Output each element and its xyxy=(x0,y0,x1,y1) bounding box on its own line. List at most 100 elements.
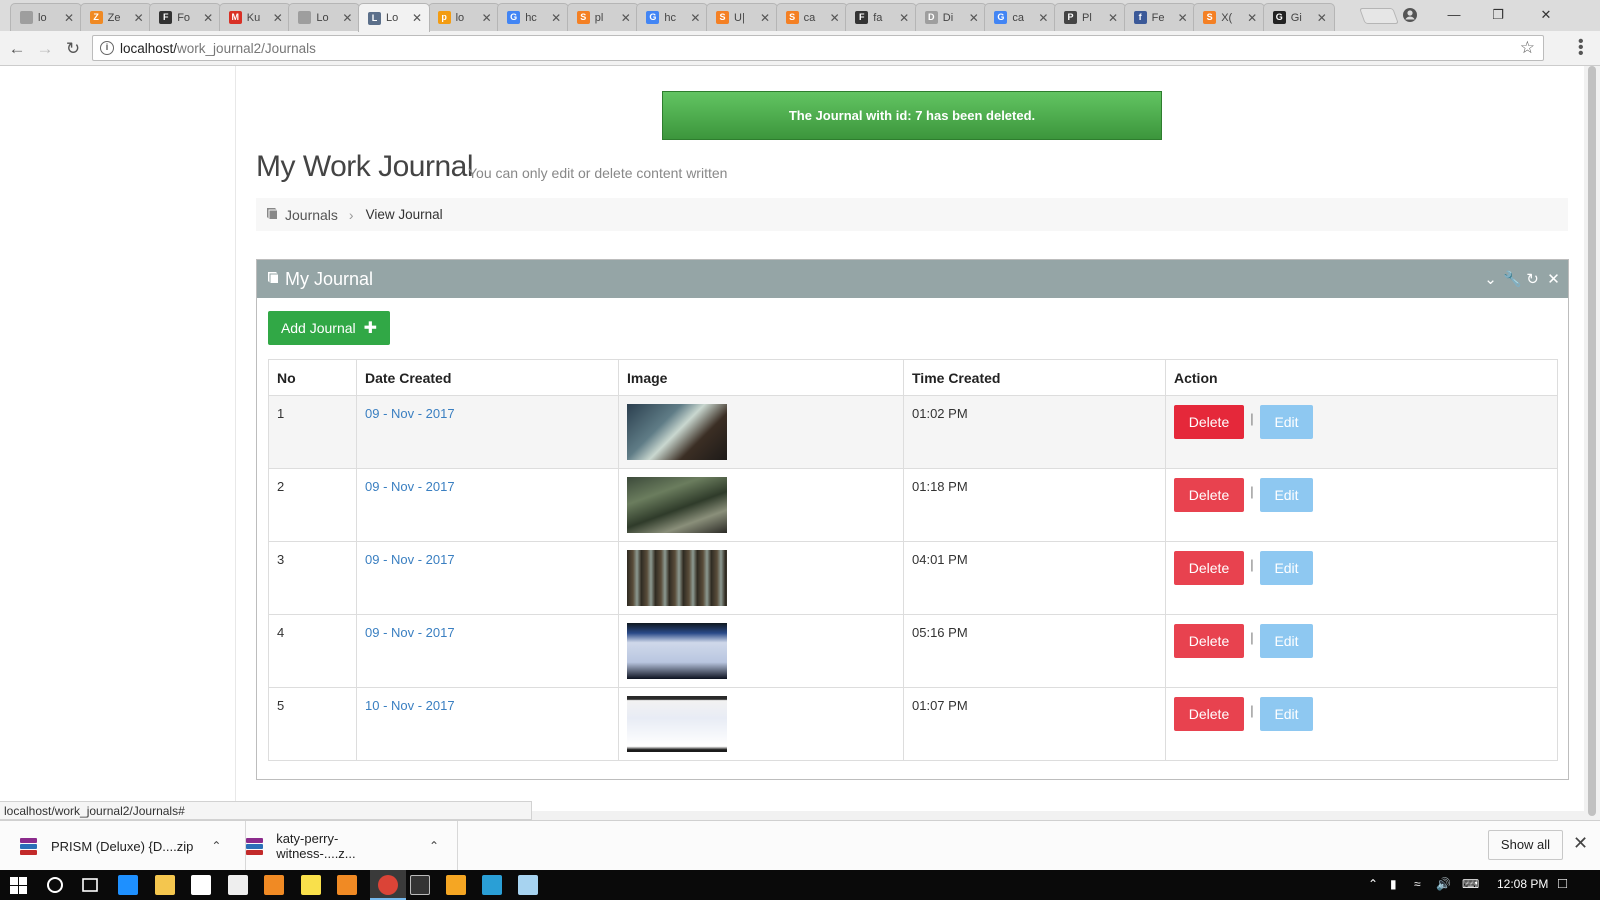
row-date-link[interactable]: 09 - Nov - 2017 xyxy=(365,406,455,421)
journal-thumbnail-image[interactable] xyxy=(627,404,727,460)
journal-thumbnail-image[interactable] xyxy=(627,477,727,533)
address-bar[interactable]: i localhost/work_journal2/Journals ☆ xyxy=(92,35,1544,61)
show-all-button[interactable]: Show all xyxy=(1488,830,1563,860)
edit-button[interactable]: Edit xyxy=(1260,697,1313,731)
download-item[interactable]: PRISM (Deluxe) {D....zip ⌃ xyxy=(20,821,246,871)
journal-thumbnail-image[interactable] xyxy=(627,696,727,752)
browser-tab[interactable]: P Pl ✕ xyxy=(1054,3,1126,31)
minimize-icon[interactable]: — xyxy=(1432,0,1476,29)
tab-close-icon[interactable]: ✕ xyxy=(549,11,563,25)
edit-button[interactable]: Edit xyxy=(1260,551,1313,585)
delete-button[interactable]: Delete xyxy=(1174,697,1244,731)
clock[interactable]: 12:08 PM xyxy=(1497,877,1548,891)
browser-tab[interactable]: Lo ✕ xyxy=(288,3,361,31)
vertical-scrollbar[interactable] xyxy=(1584,66,1600,820)
browser-tab[interactable]: S X(✕ xyxy=(1193,3,1266,31)
tab-close-icon[interactable]: ✕ xyxy=(410,11,424,25)
battery-icon[interactable]: ▮ xyxy=(1390,877,1397,891)
tab-close-icon[interactable]: ✕ xyxy=(62,11,76,25)
reload-icon[interactable]: ↻ xyxy=(62,38,84,60)
browser-tab[interactable]: S U| ✕ xyxy=(706,3,778,31)
tab-close-icon[interactable]: ✕ xyxy=(1036,11,1050,25)
tab-close-icon[interactable]: ✕ xyxy=(1245,11,1259,25)
tab-close-icon[interactable]: ✕ xyxy=(132,11,146,25)
browser-tab[interactable]: M Ku ✕ xyxy=(218,3,291,31)
back-icon[interactable]: ← xyxy=(6,38,28,60)
windows-start-icon[interactable] xyxy=(10,877,27,894)
tab-close-icon[interactable]: ✕ xyxy=(897,11,911,25)
browser-tab[interactable]: lo ✕ xyxy=(10,3,82,31)
panel-close-icon[interactable]: ✕ xyxy=(1545,270,1562,288)
wrench-icon[interactable]: 🔧 xyxy=(1503,270,1522,288)
cmd-icon[interactable] xyxy=(410,875,430,895)
media-player-icon[interactable] xyxy=(446,875,466,895)
tab-close-icon[interactable]: ✕ xyxy=(271,11,285,25)
journal-thumbnail-image[interactable] xyxy=(627,550,727,606)
sublime-icon[interactable] xyxy=(264,875,284,895)
browser-tab[interactable]: G Gi ✕ xyxy=(1262,3,1335,31)
chevron-up-icon[interactable]: ⌃ xyxy=(429,839,439,853)
browser-tab[interactable]: Ghc ✕ xyxy=(636,3,709,31)
edit-button[interactable]: Edit xyxy=(1260,624,1313,658)
xampp-icon[interactable] xyxy=(337,875,357,895)
keyboard-icon[interactable]: ⌨ xyxy=(1462,877,1479,891)
browser-tab[interactable]: Gca ✕ xyxy=(984,3,1057,31)
volume-icon[interactable]: 🔊 xyxy=(1436,877,1451,891)
forward-icon[interactable]: → xyxy=(34,38,56,60)
download-item[interactable]: katy-perry-witness-....z... ⌃ xyxy=(246,821,458,871)
browser-tab[interactable]: L Lo ✕ xyxy=(358,3,430,32)
profile-icon[interactable] xyxy=(1388,0,1432,29)
browser-tab[interactable]: Ghc ✕ xyxy=(497,3,570,31)
browser-tab[interactable]: Z Ze ✕ xyxy=(79,3,152,31)
edit-button[interactable]: Edit xyxy=(1260,478,1313,512)
tray-chevron-icon[interactable]: ⌃ xyxy=(1368,877,1378,891)
notifications-icon[interactable]: □ xyxy=(1558,875,1567,892)
browser-tab[interactable]: F Fo ✕ xyxy=(149,3,222,31)
tab-close-icon[interactable]: ✕ xyxy=(828,11,842,25)
chrome-icon[interactable] xyxy=(378,875,398,895)
address-url[interactable]: localhost/work_journal2/Journals xyxy=(120,41,316,56)
row-date-link[interactable]: 09 - Nov - 2017 xyxy=(365,552,455,567)
tab-close-icon[interactable]: ✕ xyxy=(480,11,494,25)
notepad-icon[interactable] xyxy=(518,875,538,895)
wifi-icon[interactable]: ≈ xyxy=(1414,877,1421,891)
tab-close-icon[interactable]: ✕ xyxy=(1315,11,1329,25)
mail-icon[interactable] xyxy=(228,875,248,895)
journal-thumbnail-image[interactable] xyxy=(627,623,727,679)
browser-tab[interactable]: Sca ✕ xyxy=(775,3,848,31)
row-date-link[interactable]: 09 - Nov - 2017 xyxy=(365,625,455,640)
delete-button[interactable]: Delete xyxy=(1174,624,1244,658)
task-view-icon[interactable] xyxy=(80,875,100,895)
delete-button[interactable]: Delete xyxy=(1174,551,1244,585)
info-icon[interactable]: i xyxy=(100,41,114,55)
tab-close-icon[interactable]: ✕ xyxy=(758,11,772,25)
breadcrumb-journals-link[interactable]: Journals xyxy=(285,207,338,223)
collapse-chevron-icon[interactable]: ⌄ xyxy=(1482,270,1499,288)
tab-close-icon[interactable]: ✕ xyxy=(967,11,981,25)
bookmark-star-icon[interactable]: ☆ xyxy=(1520,38,1535,58)
search-circle-icon[interactable] xyxy=(45,875,65,895)
browser-menu-icon[interactable]: • • • xyxy=(1578,34,1584,62)
delete-button[interactable]: Delete xyxy=(1174,478,1244,512)
file-explorer-icon[interactable] xyxy=(155,875,175,895)
edge-icon[interactable] xyxy=(118,875,138,895)
tab-close-icon[interactable]: ✕ xyxy=(1106,11,1120,25)
browser-tab[interactable]: D Di ✕ xyxy=(914,3,987,31)
app-icon[interactable] xyxy=(482,875,502,895)
browser-tab[interactable]: Spl ✕ xyxy=(566,3,639,31)
tab-close-icon[interactable]: ✕ xyxy=(688,11,702,25)
store-icon[interactable] xyxy=(191,875,211,895)
tab-close-icon[interactable]: ✕ xyxy=(201,11,215,25)
tab-close-icon[interactable]: ✕ xyxy=(340,11,354,25)
refresh-icon[interactable]: ↻ xyxy=(1524,270,1541,288)
browser-tab[interactable]: f Fe ✕ xyxy=(1123,3,1196,31)
browser-tab[interactable]: p lo ✕ xyxy=(427,3,500,31)
row-date-link[interactable]: 10 - Nov - 2017 xyxy=(365,698,455,713)
tab-close-icon[interactable]: ✕ xyxy=(1176,11,1190,25)
tab-close-icon[interactable]: ✕ xyxy=(619,11,633,25)
restore-icon[interactable]: ❐ xyxy=(1476,0,1520,29)
delete-button[interactable]: Delete xyxy=(1174,405,1244,439)
edit-button[interactable]: Edit xyxy=(1260,405,1313,439)
browser-tab[interactable]: Ffa ✕ xyxy=(845,3,918,31)
chevron-up-icon[interactable]: ⌃ xyxy=(211,839,221,853)
